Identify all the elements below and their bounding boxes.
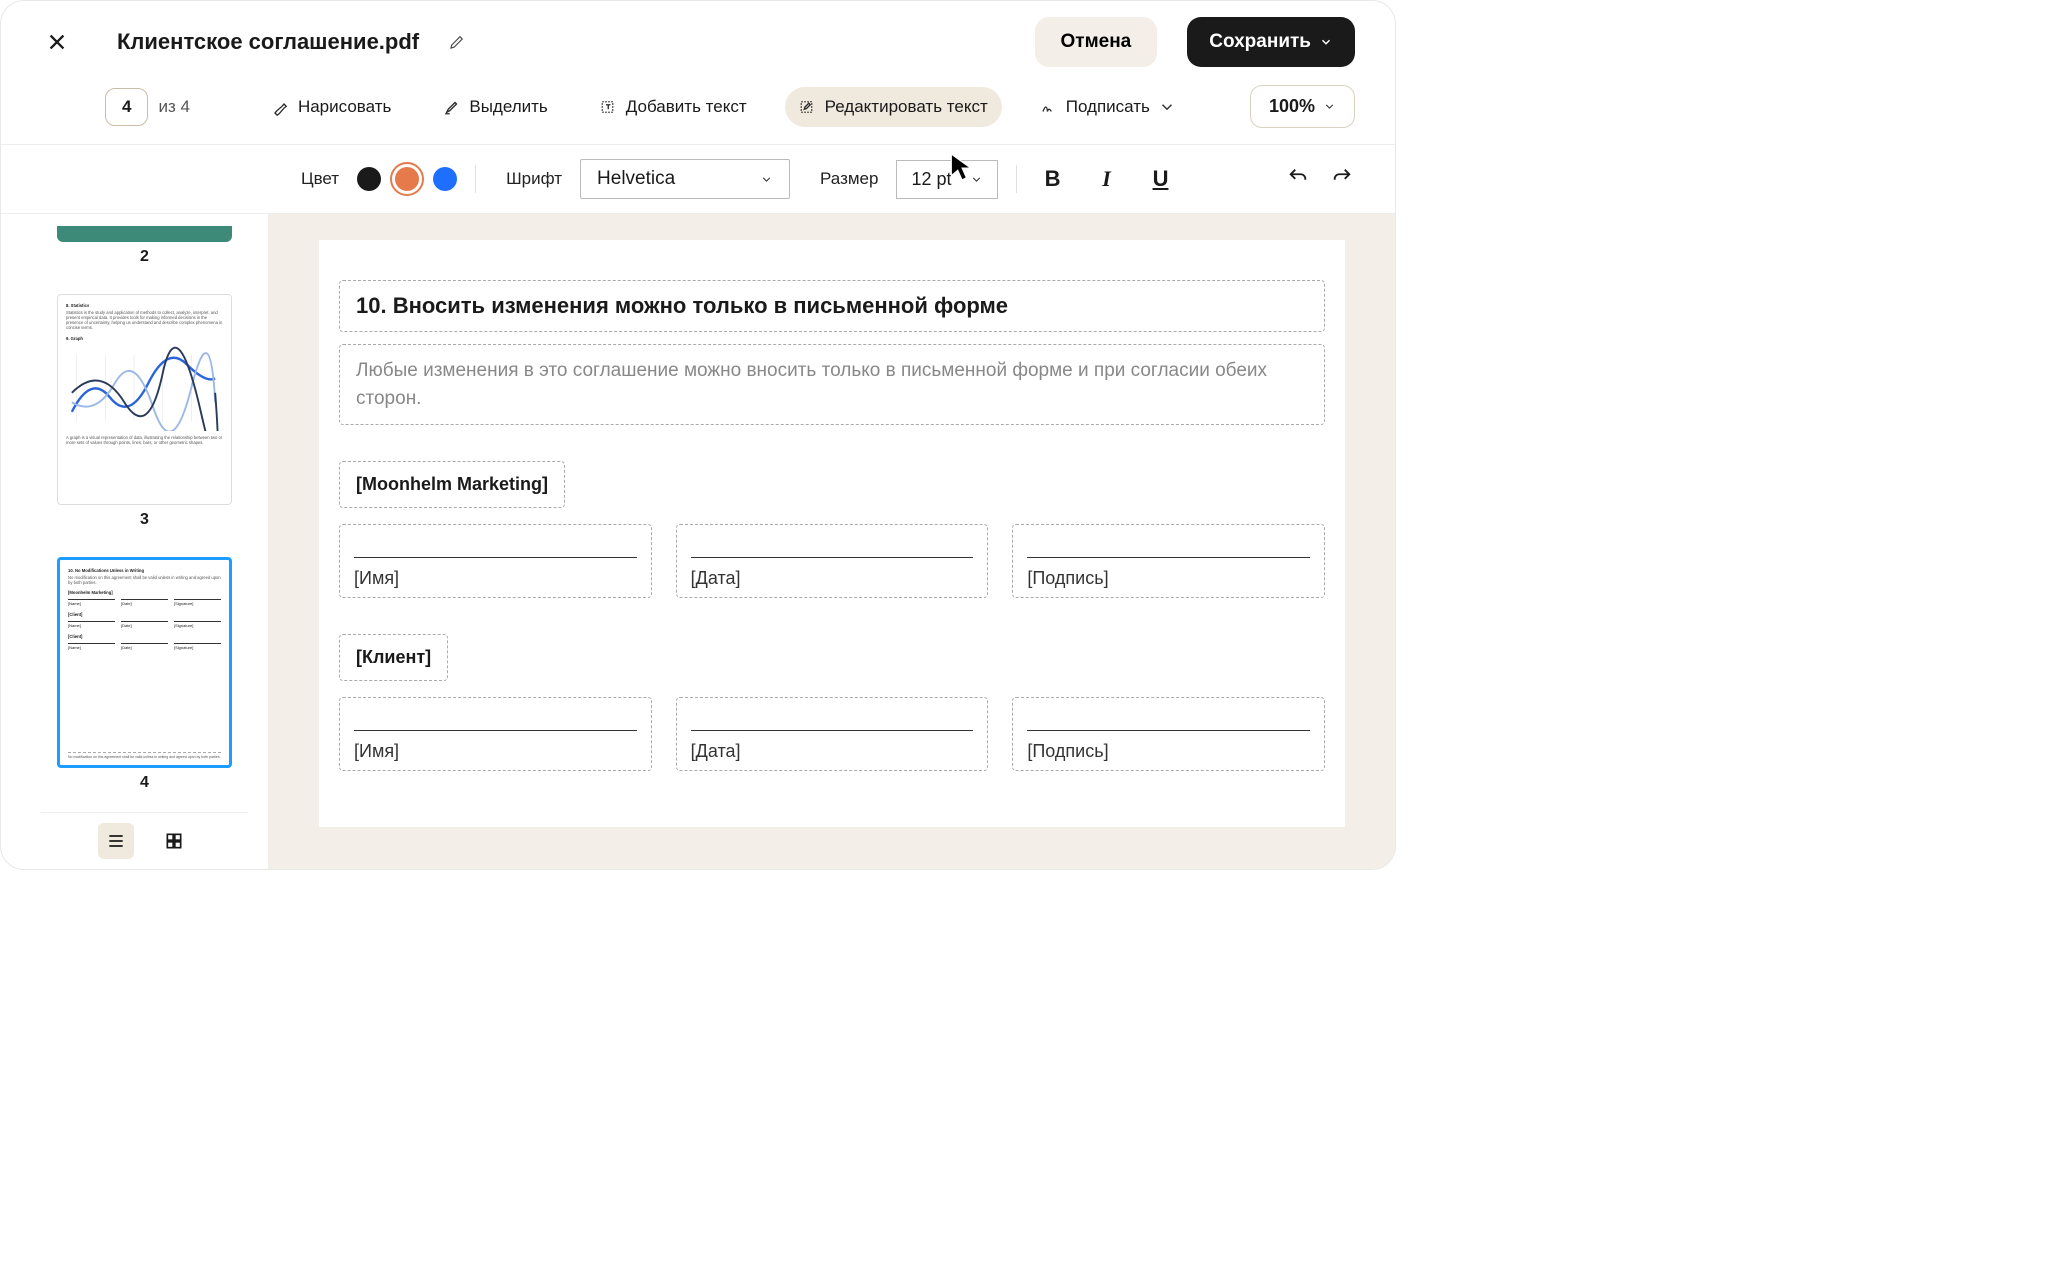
edit-text-icon	[799, 98, 817, 116]
format-bar: Цвет Шрифт Helvetica Размер 12 pt B I U	[1, 145, 1395, 214]
signature-row: [Имя] [Дата] [Подпись]	[339, 524, 1325, 598]
view-grid-button[interactable]	[156, 823, 192, 859]
chevron-down-icon	[1319, 35, 1333, 49]
editable-date-field[interactable]: [Дата]	[676, 524, 989, 598]
editable-client[interactable]: [Клиент]	[339, 634, 448, 681]
thumbnail-number: 2	[41, 248, 248, 266]
color-orange[interactable]	[395, 167, 419, 191]
color-blue[interactable]	[433, 167, 457, 191]
save-button[interactable]: Сохранить	[1187, 17, 1355, 67]
font-label: Шрифт	[506, 169, 562, 189]
thumbnail-number: 4	[41, 774, 248, 792]
tool-sign[interactable]: Подписать	[1026, 87, 1190, 127]
save-label: Сохранить	[1209, 31, 1311, 53]
thumbnail-page-4[interactable]: 10. No Modifications Unless in Writing N…	[57, 557, 232, 768]
view-list-button[interactable]	[98, 823, 134, 859]
undo-button[interactable]	[1285, 166, 1311, 193]
editable-name-field[interactable]: [Имя]	[339, 524, 652, 598]
chevron-down-icon	[1323, 100, 1336, 113]
editable-section-body[interactable]: Любые изменения в это соглашение можно в…	[339, 344, 1325, 425]
chevron-down-icon	[970, 173, 983, 186]
history-controls	[1285, 166, 1355, 193]
thumbnail-number: 3	[41, 511, 248, 529]
divider	[475, 165, 476, 193]
tool-draw[interactable]: Нарисовать	[258, 87, 405, 127]
thumbnail-page-3[interactable]: 8. Statistics Statistics is the study an…	[57, 294, 232, 505]
editable-section-title[interactable]: 10. Вносить изменения можно только в пис…	[339, 280, 1325, 332]
divider	[1016, 165, 1017, 193]
rename-button[interactable]	[447, 32, 467, 52]
close-button[interactable]	[41, 26, 73, 58]
bold-button[interactable]: B	[1035, 166, 1071, 192]
highlighter-icon	[443, 98, 461, 116]
editable-date-field[interactable]: [Дата]	[676, 697, 989, 771]
color-label: Цвет	[301, 169, 339, 189]
chart-icon	[66, 345, 221, 431]
top-bar: Клиентское соглашение.pdf Отмена Сохрани…	[1, 1, 1395, 75]
size-select[interactable]: 12 pt	[896, 160, 997, 199]
add-text-icon	[600, 98, 618, 116]
color-swatches	[357, 167, 457, 191]
zoom-select[interactable]: 100%	[1250, 85, 1355, 128]
tool-edit-text[interactable]: Редактировать текст	[785, 87, 1002, 127]
chevron-down-icon	[760, 173, 773, 186]
chevron-down-icon	[1158, 98, 1176, 116]
editable-company[interactable]: [Moonhelm Marketing]	[339, 461, 565, 508]
page-total: из 4	[158, 97, 189, 117]
thumbnail-page-2[interactable]	[57, 226, 232, 242]
redo-button[interactable]	[1329, 166, 1355, 193]
signature-row: [Имя] [Дата] [Подпись]	[339, 697, 1325, 771]
editable-signature-field[interactable]: [Подпись]	[1012, 524, 1325, 598]
color-black[interactable]	[357, 167, 381, 191]
signature-icon	[1040, 98, 1058, 116]
page-content: 10. Вносить изменения можно только в пис…	[319, 240, 1345, 827]
sidebar-footer	[41, 812, 248, 869]
cancel-button[interactable]: Отмена	[1035, 17, 1158, 67]
font-select[interactable]: Helvetica	[580, 159, 790, 199]
document-title: Клиентское соглашение.pdf	[117, 29, 419, 55]
editable-name-field[interactable]: [Имя]	[339, 697, 652, 771]
tool-add-text[interactable]: Добавить текст	[586, 87, 761, 127]
page-canvas[interactable]: 10. Вносить изменения можно только в пис…	[269, 214, 1395, 869]
thumbnail-sidebar: 2 8. Statistics Statistics is the study …	[1, 214, 269, 869]
page-indicator: 4 из 4	[105, 88, 190, 126]
tool-highlight[interactable]: Выделить	[429, 87, 561, 127]
italic-button[interactable]: I	[1089, 166, 1125, 192]
size-label: Размер	[820, 169, 878, 189]
pencil-icon	[272, 98, 290, 116]
page-current-input[interactable]: 4	[105, 88, 148, 126]
editable-signature-field[interactable]: [Подпись]	[1012, 697, 1325, 771]
underline-button[interactable]: U	[1143, 166, 1179, 192]
toolbar: 4 из 4 Нарисовать Выделить Добавить текс…	[1, 75, 1395, 145]
